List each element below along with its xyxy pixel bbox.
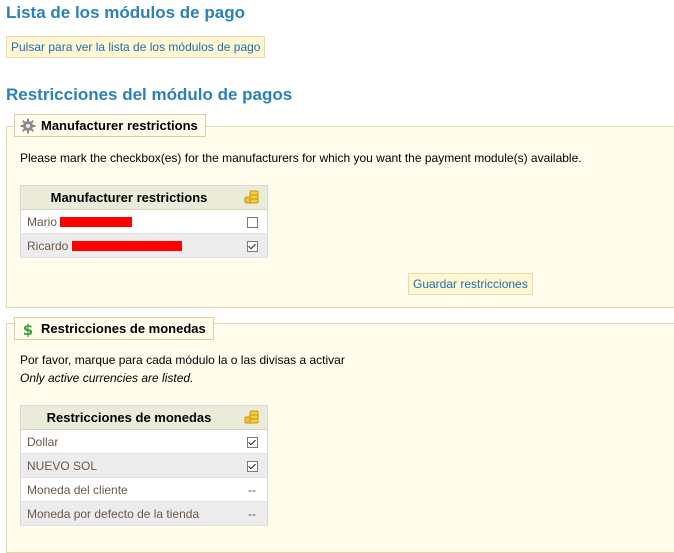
table-header-row: Restricciones de monedas xyxy=(20,405,268,430)
coins-icon xyxy=(244,410,260,427)
currency-note: Only active currencies are listed. xyxy=(20,371,194,385)
manufacturer-instruction: Please mark the checkbox(es) for the man… xyxy=(20,151,582,165)
view-payment-modules-link[interactable]: Pulsar para ver la lista de los módulos … xyxy=(6,36,266,58)
manufacturer-checkbox[interactable] xyxy=(246,240,258,252)
manufacturer-restrictions-legend: Manufacturer restrictions xyxy=(14,114,206,137)
manufacturer-legend-label: Manufacturer restrictions xyxy=(41,118,198,133)
currency-name: Moneda del cliente xyxy=(20,477,237,502)
dollar-icon: $ xyxy=(20,321,36,337)
svg-text:$: $ xyxy=(23,321,33,337)
currency-name: Moneda por defecto de la tienda xyxy=(20,501,237,526)
manufacturer-name: Mario xyxy=(27,214,58,229)
manufacturer-table-header: Manufacturer restrictions xyxy=(20,185,237,210)
coins-icon xyxy=(244,190,260,207)
currency-value: -- xyxy=(237,477,268,502)
payment-modules-list-title: Lista de los módulos de pago xyxy=(6,3,245,22)
payment-restrictions-title: Restricciones del módulo de pagos xyxy=(6,85,293,104)
currency-restrictions-legend: $ Restricciones de monedas xyxy=(14,317,214,340)
gear-icon xyxy=(20,118,36,134)
currency-value: -- xyxy=(237,501,268,526)
table-row: Moneda del cliente -- xyxy=(20,477,268,502)
currency-legend-label: Restricciones de monedas xyxy=(41,321,206,336)
currency-checkbox[interactable] xyxy=(246,460,258,472)
save-restrictions-button[interactable]: Guardar restricciones xyxy=(408,273,533,295)
table-row: Moneda por defecto de la tienda -- xyxy=(20,501,268,526)
currency-table: Restricciones de monedas Dollar NUEVO SO… xyxy=(20,405,268,526)
manufacturer-name: Ricardo xyxy=(27,238,69,253)
currency-checkbox[interactable] xyxy=(246,436,258,448)
table-row: Mario xyxy=(20,209,268,234)
table-row: NUEVO SOL xyxy=(20,453,268,478)
redaction-bar xyxy=(60,217,133,228)
currency-name: Dollar xyxy=(20,429,237,454)
currency-instruction: Por favor, marque para cada módulo la o … xyxy=(20,353,345,367)
currency-name: NUEVO SOL xyxy=(20,453,237,478)
manufacturer-checkbox[interactable] xyxy=(246,216,258,228)
table-header-row: Manufacturer restrictions xyxy=(20,185,268,210)
currency-table-header: Restricciones de monedas xyxy=(20,405,237,430)
table-row: Dollar xyxy=(20,429,268,454)
manufacturer-table: Manufacturer restrictions Mario Ricardo xyxy=(20,185,268,258)
redaction-bar xyxy=(71,241,182,252)
table-row: Ricardo xyxy=(20,233,268,258)
